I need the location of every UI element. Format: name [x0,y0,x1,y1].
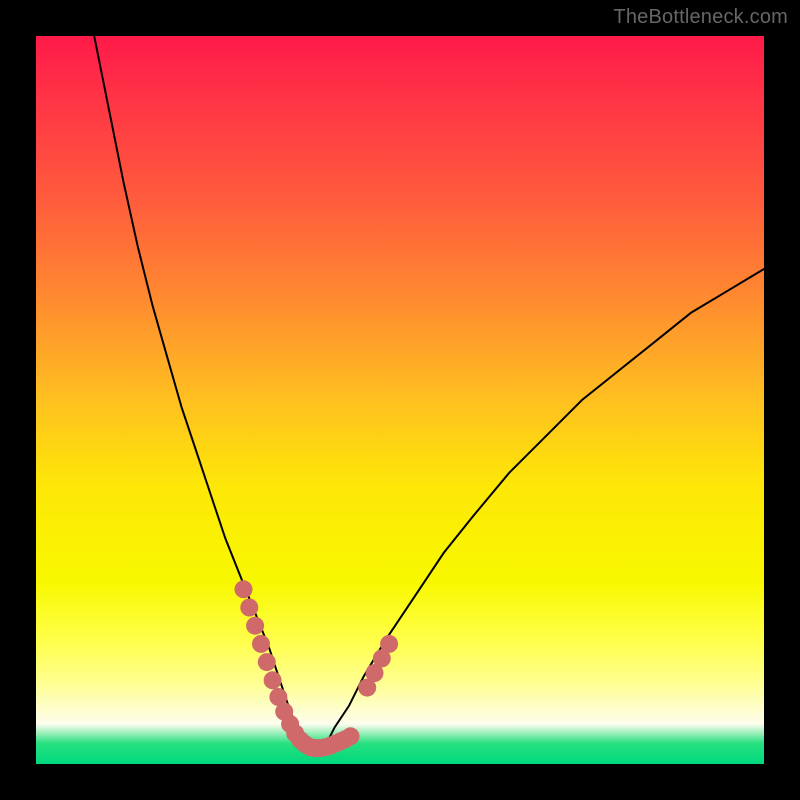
highlight-dot [342,727,360,745]
highlight-dot [252,635,270,653]
highlight-dot [235,580,253,598]
highlight-dot [380,635,398,653]
highlight-markers [235,580,399,757]
highlight-dot [264,671,282,689]
highlight-dot [246,617,264,635]
watermark-text: TheBottleneck.com [613,6,788,29]
chart-area [36,36,764,764]
highlight-dot [258,653,276,671]
bottleneck-curve [94,36,764,749]
chart-svg [36,36,764,764]
highlight-dot [240,599,258,617]
